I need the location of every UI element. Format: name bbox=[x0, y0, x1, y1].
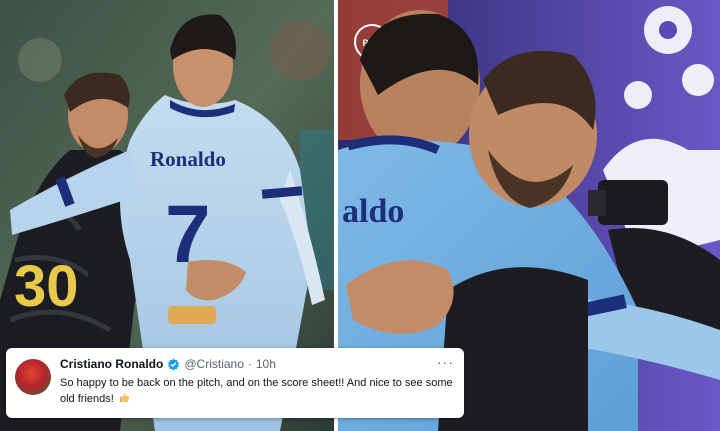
tweet-card[interactable]: Cristiano Ronaldo @Cristiano · 10h ··· S… bbox=[6, 348, 464, 418]
more-options-button[interactable]: ··· bbox=[437, 354, 454, 370]
tweet-handle[interactable]: @Cristiano bbox=[184, 356, 244, 372]
tweet-body: So happy to be back on the pitch, and on… bbox=[60, 375, 454, 407]
verified-badge-icon bbox=[168, 358, 180, 370]
tweet-display-name[interactable]: Cristiano Ronaldo bbox=[60, 356, 163, 372]
ronaldo-jersey-name: Ronaldo bbox=[150, 147, 226, 171]
tweet-header: Cristiano Ronaldo @Cristiano · 10h bbox=[60, 356, 454, 372]
tweet-timestamp[interactable]: 10h bbox=[256, 356, 276, 372]
avatar[interactable] bbox=[15, 359, 51, 395]
thumbs-up-icon bbox=[119, 393, 129, 403]
messi-jersey-number: 30 bbox=[14, 254, 79, 319]
tweet-separator: · bbox=[247, 357, 252, 371]
ronaldo-jersey-name-partial: aldo bbox=[342, 193, 404, 230]
